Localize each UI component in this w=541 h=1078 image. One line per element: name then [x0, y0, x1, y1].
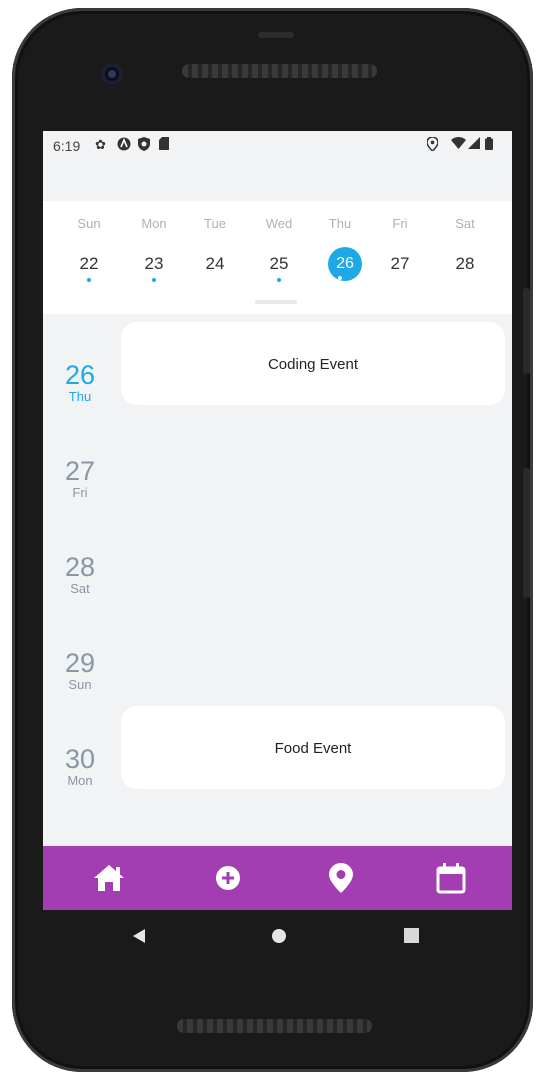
recents-button[interactable] [404, 928, 419, 948]
nav-home-button[interactable] [91, 860, 127, 896]
top-speaker-grill [182, 64, 377, 78]
home-icon [94, 865, 124, 891]
agenda-date-number: 30 [64, 744, 96, 774]
day-of-week-label: Thu [328, 216, 352, 231]
day-of-week-label: Wed [265, 216, 293, 231]
agenda-date-number: 29 [64, 648, 96, 678]
agenda-date-weekday: Sun [68, 677, 92, 692]
expand-handle[interactable] [255, 300, 297, 304]
volume-button [523, 468, 530, 598]
day-number: 28 [455, 254, 475, 273]
location-pin-icon [329, 863, 353, 893]
settings-icon: ✿ [95, 137, 106, 152]
bottom-speaker-grill [177, 1019, 372, 1033]
agenda-date: 29 Sun [49, 648, 111, 692]
event-dot [152, 278, 156, 282]
wifi-icon [451, 137, 466, 152]
day-of-week-label: Sun [77, 216, 101, 231]
day-of-week-label: Tue [204, 216, 226, 231]
app-header [43, 161, 512, 201]
day-number: 25 [269, 254, 289, 273]
nav-add-button[interactable] [210, 860, 246, 896]
status-bar: 6:19 ✿ [43, 131, 512, 161]
add-circle-icon [216, 866, 240, 890]
front-camera [101, 63, 123, 85]
agenda-date: 30 Mon [49, 744, 111, 788]
system-navigation-bar [43, 910, 512, 966]
earpiece [258, 32, 294, 38]
event-card[interactable]: Food Event [121, 706, 505, 789]
back-button[interactable] [132, 928, 146, 949]
power-button [523, 288, 530, 374]
nav-map-button[interactable] [323, 860, 359, 896]
agenda-date-number: 27 [64, 456, 96, 486]
notification-a-icon [117, 137, 131, 154]
day-of-week-label: Mon [141, 216, 167, 231]
week-strip: Sun 22 Mon 23 Tue 24 Wed 25 Thu 26 Fri 2… [43, 201, 512, 314]
home-circle-icon [272, 929, 286, 943]
nav-calendar-button[interactable] [433, 860, 469, 896]
event-dot [277, 278, 281, 282]
event-dot [338, 276, 342, 280]
agenda-list: 26 Thu Coding Event 27 Fri 28 Sat 29 Sun… [43, 314, 512, 850]
agenda-date: 27 Fri [49, 456, 111, 500]
agenda-date-today: 26 Thu [49, 360, 111, 404]
signal-icon [468, 137, 480, 152]
home-nav-button[interactable] [271, 928, 287, 949]
event-card[interactable]: Coding Event [121, 322, 505, 405]
status-time: 6:19 [53, 138, 81, 154]
day-number: 24 [205, 254, 225, 273]
agenda-date-weekday: Mon [67, 773, 93, 788]
agenda-date-weekday: Sat [70, 581, 90, 596]
day-number: 22 [79, 254, 99, 273]
calendar-icon [436, 863, 466, 894]
day-of-week-label: Sat [455, 216, 475, 231]
recents-icon [404, 928, 419, 943]
agenda-date-number: 28 [64, 552, 96, 582]
event-dot [87, 278, 91, 282]
day-number: 23 [144, 254, 164, 273]
sd-card-icon [159, 137, 169, 153]
battery-icon [485, 137, 493, 153]
bottom-navigation [43, 846, 512, 910]
back-icon [133, 929, 145, 943]
location-icon [426, 136, 439, 154]
agenda-date-weekday: Thu [68, 389, 92, 404]
day-of-week-label: Fri [392, 216, 408, 231]
screen: 6:19 ✿ Sun 22 Mon 23 Tue 24 Wed 25 Thu 2… [43, 131, 512, 910]
shield-icon [138, 137, 150, 154]
event-title: Coding Event [267, 356, 359, 373]
day-number: 27 [390, 254, 410, 273]
agenda-date-number: 26 [64, 360, 96, 390]
agenda-date-weekday: Fri [72, 485, 88, 500]
agenda-date: 28 Sat [49, 552, 111, 596]
event-title: Food Event [274, 740, 352, 757]
selected-day-number: 26 [328, 247, 362, 281]
